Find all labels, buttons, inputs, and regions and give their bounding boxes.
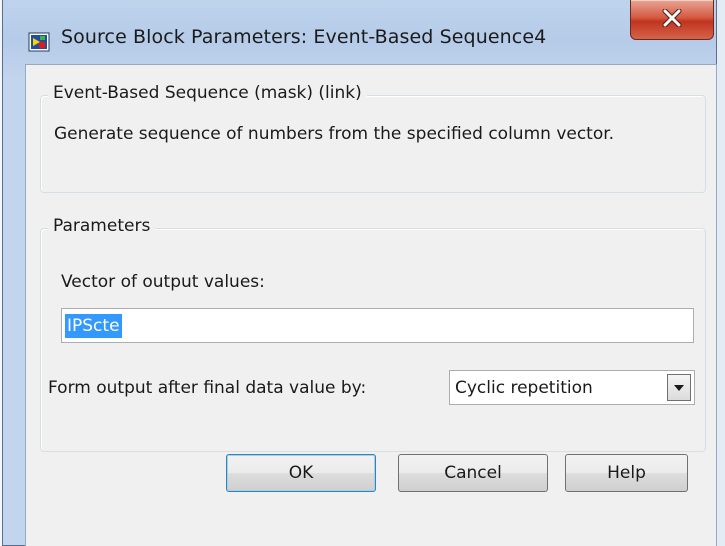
cancel-button[interactable]: Cancel bbox=[398, 454, 548, 492]
form-output-selected-value: Cyclic repetition bbox=[455, 378, 593, 398]
chevron-down-icon bbox=[674, 385, 684, 391]
form-output-select[interactable]: Cyclic repetition bbox=[449, 370, 695, 405]
ok-button[interactable]: OK bbox=[226, 454, 376, 492]
selected-input-text: IPScte bbox=[65, 314, 122, 338]
parameters-group-legend: Parameters bbox=[48, 216, 156, 236]
block-description: Generate sequence of numbers from the sp… bbox=[54, 124, 615, 144]
vector-of-output-values-label: Vector of output values: bbox=[61, 272, 265, 292]
dialog-client-area: Event-Based Sequence (mask) (link) Gener… bbox=[25, 64, 717, 546]
help-button[interactable]: Help bbox=[565, 454, 688, 492]
simulink-block-icon bbox=[28, 31, 50, 53]
dialog-window: Source Block Parameters: Event-Based Seq… bbox=[2, 0, 717, 546]
title-bar[interactable]: Source Block Parameters: Event-Based Seq… bbox=[3, 0, 716, 58]
vector-of-output-values-input[interactable]: IPScte bbox=[61, 308, 694, 343]
dropdown-button[interactable] bbox=[667, 374, 691, 401]
description-group-legend: Event-Based Sequence (mask) (link) bbox=[48, 83, 367, 103]
form-output-label: Form output after final data value by: bbox=[48, 378, 367, 398]
close-button[interactable] bbox=[630, 0, 714, 40]
window-title: Source Block Parameters: Event-Based Seq… bbox=[61, 26, 547, 48]
close-icon bbox=[662, 9, 682, 27]
